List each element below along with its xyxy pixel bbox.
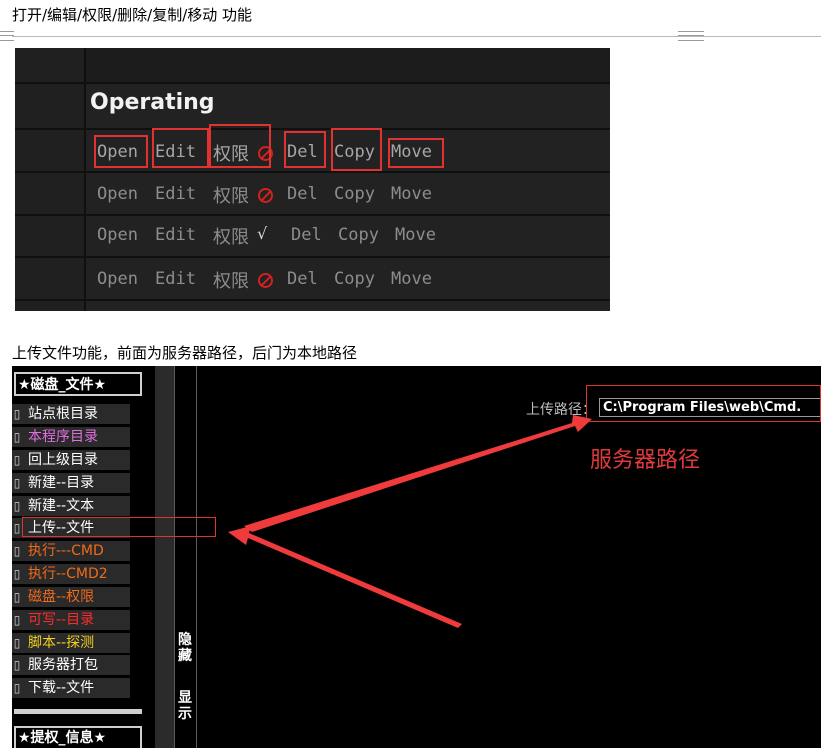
caption-upload: 上传文件功能，前面为服务器路径，后门为本地路径 (12, 344, 358, 362)
edit-link[interactable]: Edit (155, 225, 196, 245)
edit-link[interactable]: Edit (155, 269, 196, 289)
move-link[interactable]: Move (391, 184, 432, 204)
highlight-box-open (94, 135, 148, 168)
left-row-divider (15, 214, 84, 216)
annotation-arrows (228, 415, 592, 628)
left-column (15, 48, 86, 311)
move-link[interactable]: Move (395, 225, 436, 245)
left-row-divider (15, 299, 84, 301)
highlight-box-delete (284, 131, 326, 168)
table-row (86, 299, 610, 311)
check-icon: √ (257, 224, 268, 243)
move-link[interactable]: Move (391, 269, 432, 289)
copy-link[interactable]: Copy (338, 225, 379, 245)
open-link[interactable]: Open (97, 269, 138, 289)
delete-link[interactable]: Del (287, 269, 318, 289)
upload-screenshot: ★磁盘_文件★ ▯ 站点根目录 ▯ 本程序目录 ▯ 回上级目录 ▯ 新建--目录 ▯ 新建… (12, 366, 821, 748)
left-row-divider (15, 171, 84, 173)
arrow-to-upload-item (228, 526, 462, 628)
caption-operations: 打开/编辑/权限/删除/复制/移动 功能 (12, 6, 253, 24)
ruler-marker-left (0, 31, 14, 41)
highlight-box-edit (152, 128, 209, 168)
highlight-box-move (388, 138, 444, 168)
left-row-divider (15, 256, 84, 258)
open-link[interactable]: Open (97, 184, 138, 204)
permission-link[interactable]: 权限 (213, 182, 249, 208)
permission-link[interactable]: 权限 (213, 267, 249, 293)
open-link[interactable]: Open (97, 225, 138, 245)
edit-link[interactable]: Edit (155, 184, 196, 204)
forbid-icon (258, 273, 273, 288)
highlight-box-copy (331, 128, 382, 171)
forbid-icon (258, 188, 273, 203)
copy-link[interactable]: Copy (334, 184, 375, 204)
operating-screenshot: Operating Open Edit 权限 Del Copy Move Ope… (15, 48, 610, 311)
arrow-to-server-path (244, 415, 592, 532)
copy-link[interactable]: Copy (334, 269, 375, 289)
permission-link[interactable]: 权限 (213, 223, 249, 249)
delete-link[interactable]: Del (287, 184, 318, 204)
delete-link[interactable]: Del (291, 225, 322, 245)
left-row-divider (15, 128, 84, 130)
ruler-marker-right (678, 31, 704, 41)
operating-header: Operating (90, 90, 215, 115)
left-row-divider (15, 82, 84, 84)
highlight-box-permission (209, 124, 271, 168)
